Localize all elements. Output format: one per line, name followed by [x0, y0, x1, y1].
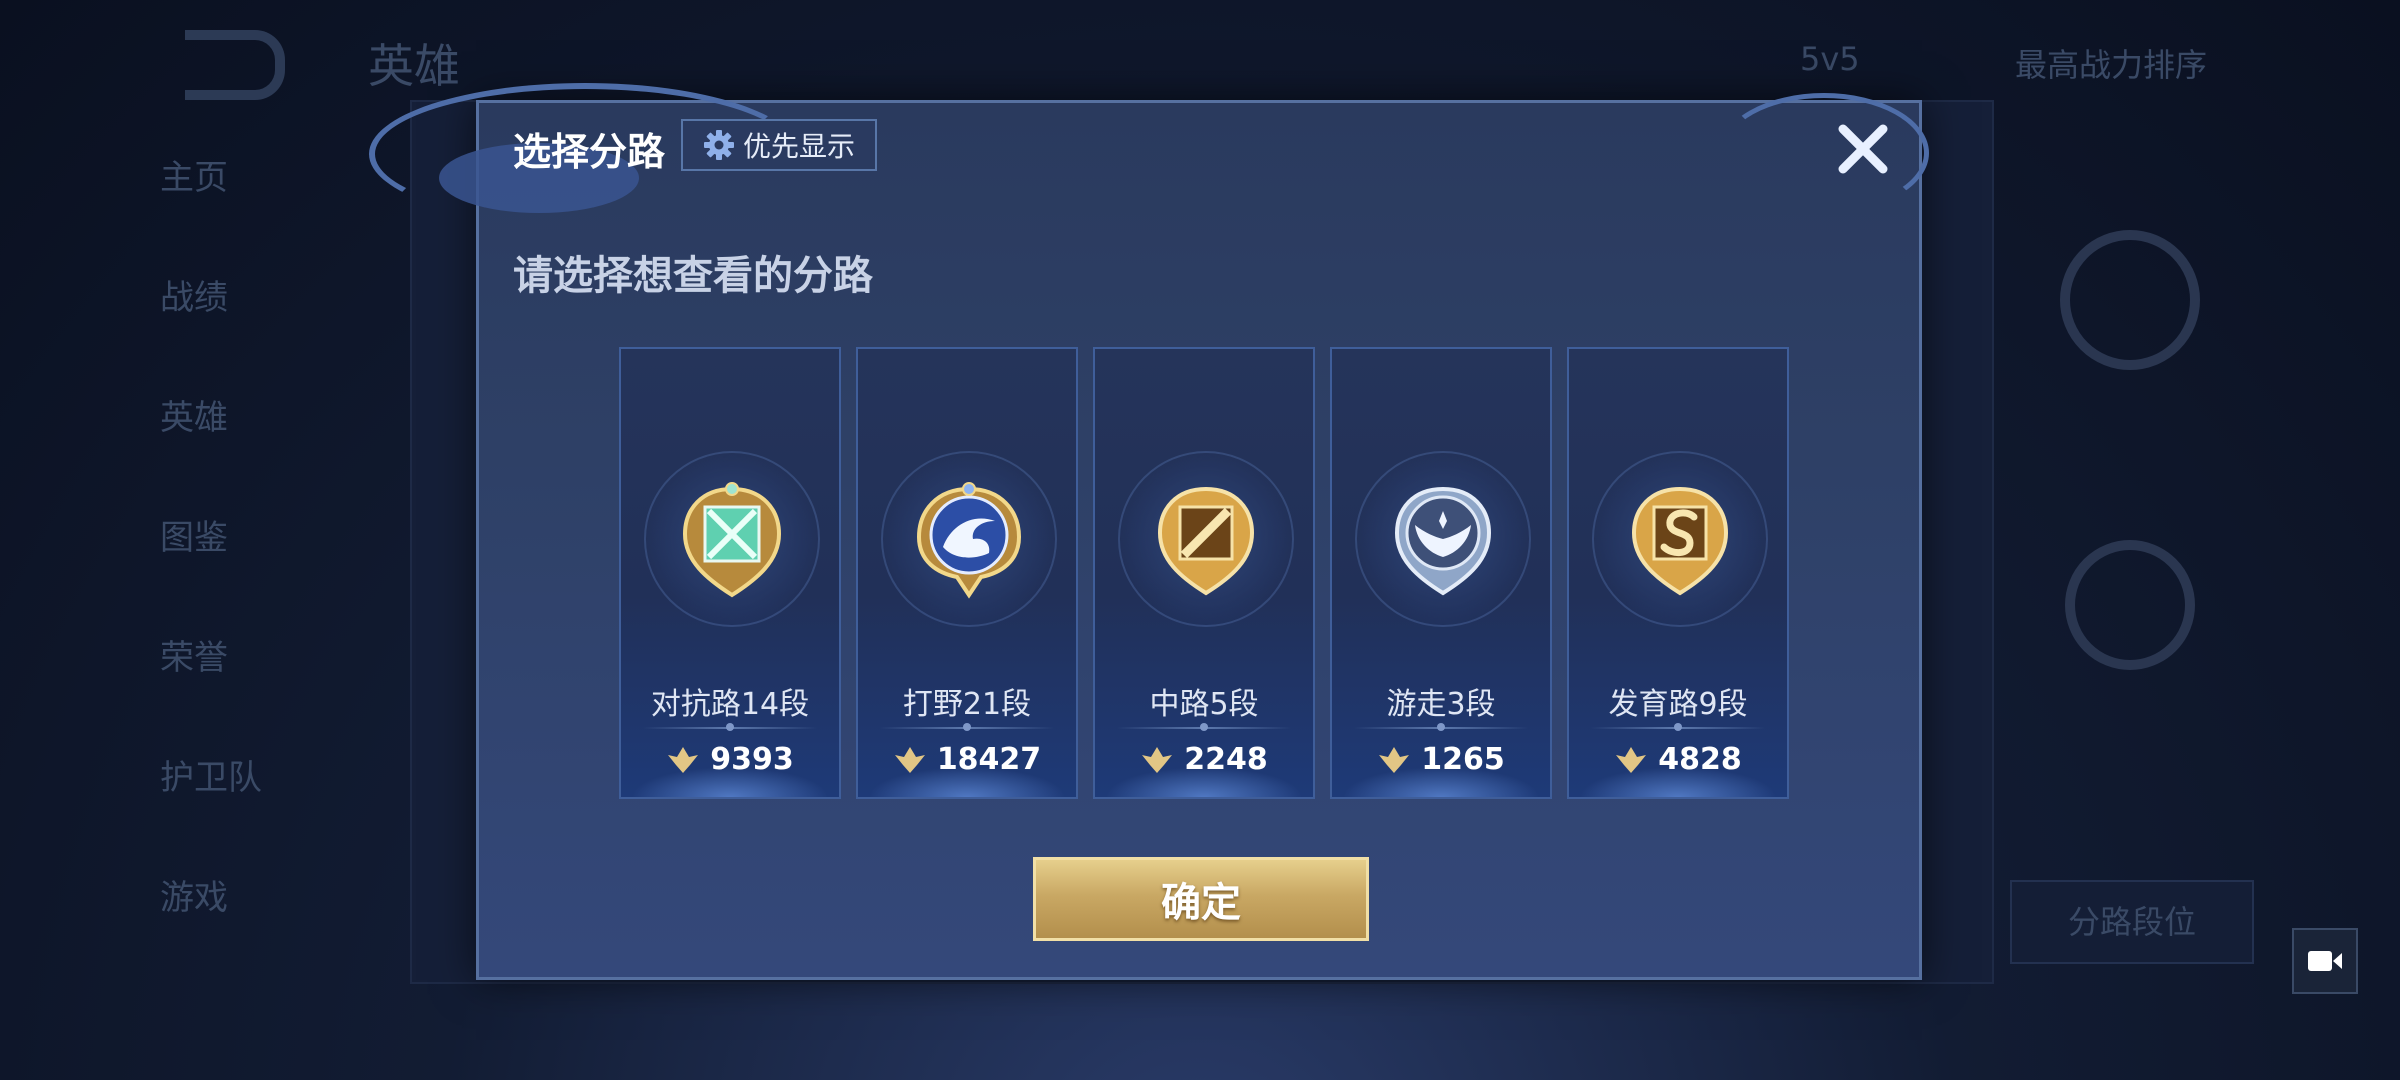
background-emblem-icon	[2065, 540, 2195, 670]
lane-rank-label: 游走3段	[1386, 687, 1496, 722]
lane-card-farm[interactable]: 发育路9段 4828	[1567, 347, 1789, 799]
divider	[880, 723, 1054, 731]
jungle-dragon-icon	[916, 482, 1022, 599]
card-glow	[868, 767, 1066, 797]
divider	[1117, 723, 1291, 731]
mid-lane-icon	[1157, 486, 1255, 596]
priority-display-label: 优先显示	[742, 130, 855, 163]
lane-card-mid[interactable]: 中路5段 2248	[1093, 347, 1315, 799]
divider	[1591, 723, 1765, 731]
lane-card-list: 对抗路14段 9393 打野21段 18427 中路5段 2248 游走3段 1…	[619, 347, 1789, 799]
background-sidebar-item: 游戏	[160, 878, 228, 918]
background-right-panel: 分路段位	[2000, 140, 2260, 980]
background-sort-select: 最高战力排序	[2015, 46, 2208, 84]
card-glow	[631, 767, 829, 797]
close-button[interactable]	[1831, 117, 1895, 181]
background-sidebar-item: 护卫队	[160, 758, 262, 798]
farm-lane-icon	[1631, 486, 1729, 596]
lane-emblem	[1355, 451, 1531, 627]
lane-emblem	[644, 451, 820, 627]
lane-select-dialog: 选择分路 优先显示 请选择想查看的分路 对抗路14段 9393 打野21段 18…	[369, 83, 1929, 980]
background-mode-select: 5v5	[1800, 40, 1860, 78]
lane-card-roam[interactable]: 游走3段 1265	[1330, 347, 1552, 799]
background-sidebar-item: 英雄	[160, 398, 228, 438]
priority-display-button[interactable]: 优先显示	[681, 119, 877, 171]
card-glow	[1579, 767, 1777, 797]
lane-rank-label: 中路5段	[1149, 687, 1259, 722]
background-sidebar-item: 荣誉	[160, 638, 228, 678]
confirm-button[interactable]: 确定	[1033, 857, 1369, 941]
lane-emblem	[881, 451, 1057, 627]
lane-rank-label: 对抗路14段	[650, 687, 810, 722]
background-title: 英雄	[368, 39, 460, 93]
cloud-ornament	[1719, 93, 1929, 213]
video-camera-icon	[2308, 951, 2342, 971]
roam-wings-icon	[1394, 486, 1492, 596]
card-glow	[1105, 767, 1303, 797]
back-icon	[185, 30, 285, 100]
lane-card-clash[interactable]: 对抗路14段 9393	[619, 347, 841, 799]
lane-rank-label: 发育路9段	[1608, 687, 1748, 722]
gear-icon	[703, 130, 734, 160]
lane-card-jungle[interactable]: 打野21段 18427	[856, 347, 1078, 799]
clash-lane-icon	[682, 482, 782, 598]
lane-emblem	[1118, 451, 1294, 627]
video-record-button[interactable]	[2292, 928, 2358, 994]
background-sidebar-item: 图鉴	[160, 518, 228, 558]
dialog-subtitle: 请选择想查看的分路	[513, 253, 873, 299]
divider	[1354, 723, 1528, 731]
background-sidebar-item: 主页	[160, 158, 228, 198]
close-icon	[1838, 124, 1888, 174]
divider	[643, 723, 817, 731]
background-sidebar-item: 战绩	[160, 278, 228, 318]
background-emblem-icon	[2060, 230, 2200, 370]
card-glow	[1342, 767, 1540, 797]
background-lane-rank-button: 分路段位	[2010, 880, 2254, 964]
dialog-title: 选择分路	[513, 130, 666, 174]
lane-rank-label: 打野21段	[902, 687, 1032, 722]
lane-emblem	[1592, 451, 1768, 627]
background-sidebar: 主页 战绩 英雄 图鉴 荣誉 护卫队 游戏	[160, 150, 360, 990]
